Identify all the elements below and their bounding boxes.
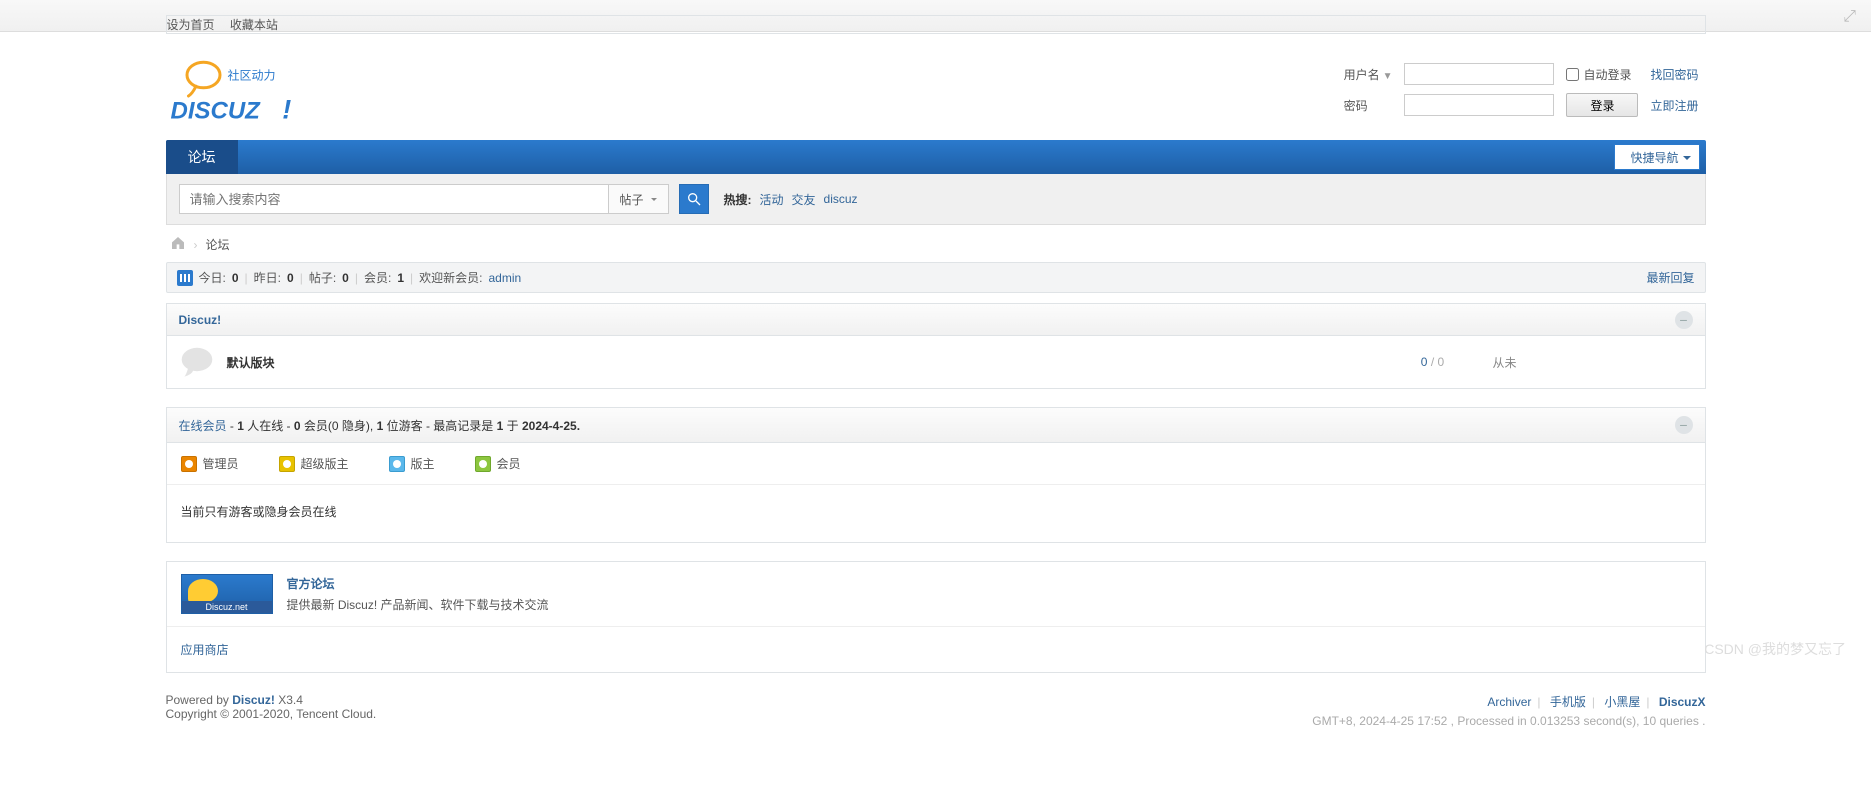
archiver-link[interactable]: Archiver bbox=[1487, 695, 1531, 709]
login-area: 用户名▼ 自动登录 找回密码 密码 登录 立即注册 bbox=[1337, 58, 1706, 122]
username-label: 用户名 bbox=[1344, 68, 1380, 82]
password-input[interactable] bbox=[1404, 94, 1554, 116]
forum-row: 默认版块 0 / 0 从未 bbox=[167, 336, 1705, 388]
password-label: 密码 bbox=[1344, 99, 1368, 113]
username-dropdown-icon[interactable]: ▼ bbox=[1383, 71, 1393, 82]
category-header: Discuz! − bbox=[167, 304, 1705, 336]
login-button[interactable]: 登录 bbox=[1566, 93, 1638, 117]
members-label: 会员: bbox=[364, 269, 391, 286]
mod-icon bbox=[389, 456, 405, 472]
links-block: 官方论坛 提供最新 Discuz! 产品新闻、软件下载与技术交流 应用商店 bbox=[166, 561, 1706, 673]
collapse-online-icon[interactable]: − bbox=[1675, 416, 1693, 434]
breadcrumb-sep: › bbox=[194, 238, 198, 252]
collapse-category-icon[interactable]: − bbox=[1675, 311, 1693, 329]
new-member-link[interactable]: admin bbox=[488, 271, 521, 285]
discuz-product-link[interactable]: Discuz! bbox=[232, 693, 275, 707]
smod-label: 超级版主 bbox=[301, 455, 349, 472]
autologin-label: 自动登录 bbox=[1583, 66, 1631, 83]
mobile-link[interactable]: 手机版 bbox=[1550, 695, 1586, 709]
yesterday-value: 0 bbox=[287, 271, 294, 285]
official-forum-link[interactable]: 官方论坛 bbox=[287, 577, 335, 591]
breadcrumb: › 论坛 bbox=[166, 225, 1706, 262]
collapse-top-icon[interactable]: ⤢ bbox=[1843, 8, 1856, 26]
official-forum-desc: 提供最新 Discuz! 产品新闻、软件下载与技术交流 bbox=[287, 596, 549, 613]
forum-lastpost: 从未 bbox=[1493, 354, 1693, 371]
hot-label: 热搜: bbox=[724, 191, 752, 208]
today-label: 今日: bbox=[199, 269, 226, 286]
appstore-link[interactable]: 应用商店 bbox=[181, 643, 229, 657]
set-home-link[interactable]: 设为首页 bbox=[167, 18, 215, 32]
forum-bubble-icon bbox=[179, 346, 215, 378]
register-link[interactable]: 立即注册 bbox=[1650, 99, 1698, 113]
find-password-link[interactable]: 找回密码 bbox=[1650, 68, 1698, 82]
member-icon bbox=[475, 456, 491, 472]
smod-icon bbox=[279, 456, 295, 472]
mod-label: 版主 bbox=[411, 455, 435, 472]
online-title-link[interactable]: 在线会员 bbox=[179, 419, 227, 433]
today-value: 0 bbox=[232, 271, 239, 285]
posts-label: 帖子: bbox=[309, 269, 336, 286]
main-nav: 论坛 快捷导航 bbox=[166, 140, 1706, 174]
breadcrumb-current: 论坛 bbox=[206, 236, 230, 253]
search-input[interactable] bbox=[179, 184, 609, 214]
online-message: 当前只有游客或隐身会员在线 bbox=[167, 485, 1705, 542]
online-header: 在线会员 - 1 人在线 - 0 会员(0 隐身), 1 位游客 - 最高记录是… bbox=[167, 408, 1705, 443]
search-bar: 帖子 热搜: 活动 交友 discuz bbox=[166, 174, 1706, 225]
nav-tab-forum[interactable]: 论坛 bbox=[166, 140, 238, 174]
copyright-label: Copyright © 2001-2020, Tencent Cloud. bbox=[166, 707, 377, 721]
search-icon bbox=[686, 191, 702, 207]
stats-bar: 今日: 0 | 昨日: 0 | 帖子: 0 | 会员: 1 | 欢迎新会员: a… bbox=[166, 262, 1706, 293]
posts-value: 0 bbox=[342, 271, 349, 285]
hot-search: 热搜: 活动 交友 discuz bbox=[724, 191, 858, 208]
yesterday-label: 昨日: bbox=[254, 269, 281, 286]
stats-icon[interactable] bbox=[177, 270, 193, 286]
category-name-link[interactable]: Discuz! bbox=[179, 313, 222, 327]
welcome-label: 欢迎新会员: bbox=[419, 269, 482, 286]
forum-counts: 0 / 0 bbox=[1373, 355, 1493, 369]
hot-link-1[interactable]: 交友 bbox=[792, 191, 816, 208]
official-link-row: 官方论坛 提供最新 Discuz! 产品新闻、软件下载与技术交流 bbox=[167, 562, 1705, 627]
member-label: 会员 bbox=[497, 455, 521, 472]
blackroom-link[interactable]: 小黑屋 bbox=[1604, 695, 1640, 709]
hot-link-0[interactable]: 活动 bbox=[760, 191, 784, 208]
online-legend: 管理员 超级版主 版主 会员 bbox=[167, 443, 1705, 485]
discuz-logo[interactable]: 社区动力 DISCUZ ! bbox=[166, 50, 316, 130]
hot-link-2[interactable]: discuz bbox=[824, 192, 858, 206]
search-type-dropdown[interactable]: 帖子 bbox=[609, 184, 669, 214]
header: 社区动力 DISCUZ ! 用户名▼ 自动登录 找回密码 密码 登录 立即注册 bbox=[166, 32, 1706, 140]
online-block: 在线会员 - 1 人在线 - 0 会员(0 隐身), 1 位游客 - 最高记录是… bbox=[166, 407, 1706, 543]
autologin-checkbox[interactable] bbox=[1566, 68, 1579, 81]
online-title: 在线会员 - 1 人在线 - 0 会员(0 隐身), 1 位游客 - 最高记录是… bbox=[179, 417, 581, 434]
footer: Powered by Discuz! X3.4 Copyright © 2001… bbox=[166, 693, 1706, 728]
official-logo-icon[interactable] bbox=[181, 574, 273, 614]
watermark: CSDN @我的梦又忘了 bbox=[1704, 639, 1846, 659]
favorite-link[interactable]: 收藏本站 bbox=[230, 18, 278, 32]
footer-meta: GMT+8, 2024-4-25 17:52 , Processed in 0.… bbox=[1312, 714, 1705, 728]
members-value: 1 bbox=[397, 271, 404, 285]
brand-link[interactable]: DiscuzX bbox=[1659, 695, 1706, 709]
quicknav-button[interactable]: 快捷导航 bbox=[1614, 144, 1699, 170]
home-icon[interactable] bbox=[170, 235, 186, 254]
category-block: Discuz! − 默认版块 0 / 0 从未 bbox=[166, 303, 1706, 389]
admin-label: 管理员 bbox=[203, 455, 239, 472]
top-strip: 设为首页 收藏本站 ⤢ bbox=[0, 0, 1871, 32]
version-label: X3.4 bbox=[275, 693, 303, 707]
svg-text:DISCUZ: DISCUZ bbox=[170, 98, 261, 125]
username-input[interactable] bbox=[1404, 63, 1554, 85]
powered-by-label: Powered by bbox=[166, 693, 233, 707]
admin-icon bbox=[181, 456, 197, 472]
forum-name-link[interactable]: 默认版块 bbox=[227, 354, 1373, 371]
svg-text:社区动力: 社区动力 bbox=[227, 68, 275, 83]
search-button[interactable] bbox=[679, 184, 709, 214]
latest-reply-link[interactable]: 最新回复 bbox=[1646, 269, 1694, 286]
svg-text:!: ! bbox=[282, 95, 291, 125]
